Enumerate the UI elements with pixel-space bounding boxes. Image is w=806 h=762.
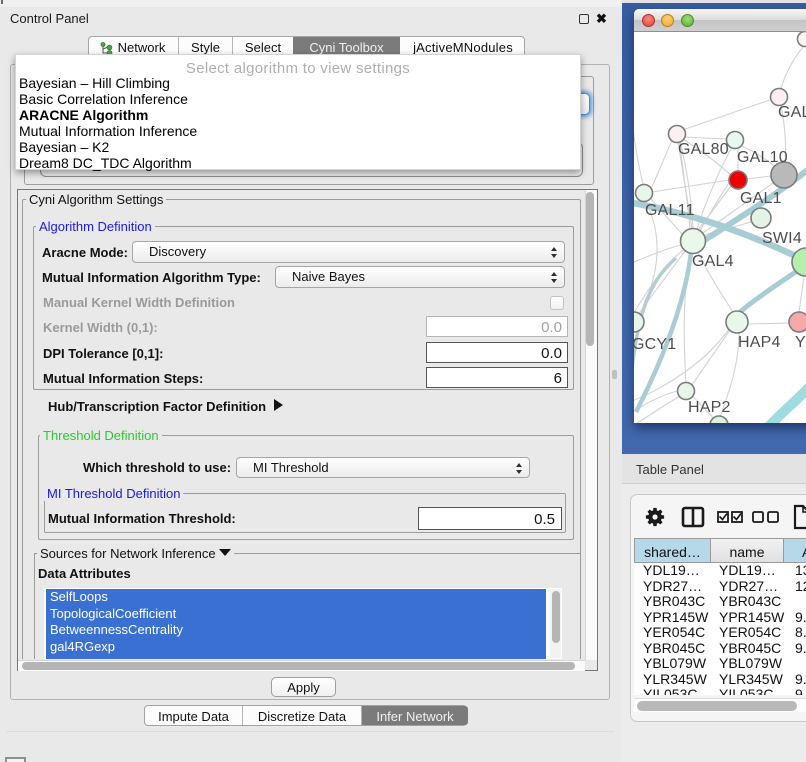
svg-text:GAL11: GAL11	[645, 202, 695, 219]
svg-text:GAL80: GAL80	[678, 141, 729, 158]
svg-text:SWI4: SWI4	[762, 230, 802, 247]
svg-text:GAL4: GAL4	[692, 253, 734, 270]
svg-text:GAL2: GAL2	[778, 104, 806, 121]
svg-text:HAP4: HAP4	[738, 334, 781, 351]
svg-text:GAL10: GAL10	[737, 149, 788, 166]
svg-text:HAP2: HAP2	[688, 399, 731, 416]
svg-text:YE: YE	[795, 334, 806, 351]
svg-text:GAL1: GAL1	[740, 190, 782, 207]
svg-text:GCY1: GCY1	[634, 336, 676, 353]
